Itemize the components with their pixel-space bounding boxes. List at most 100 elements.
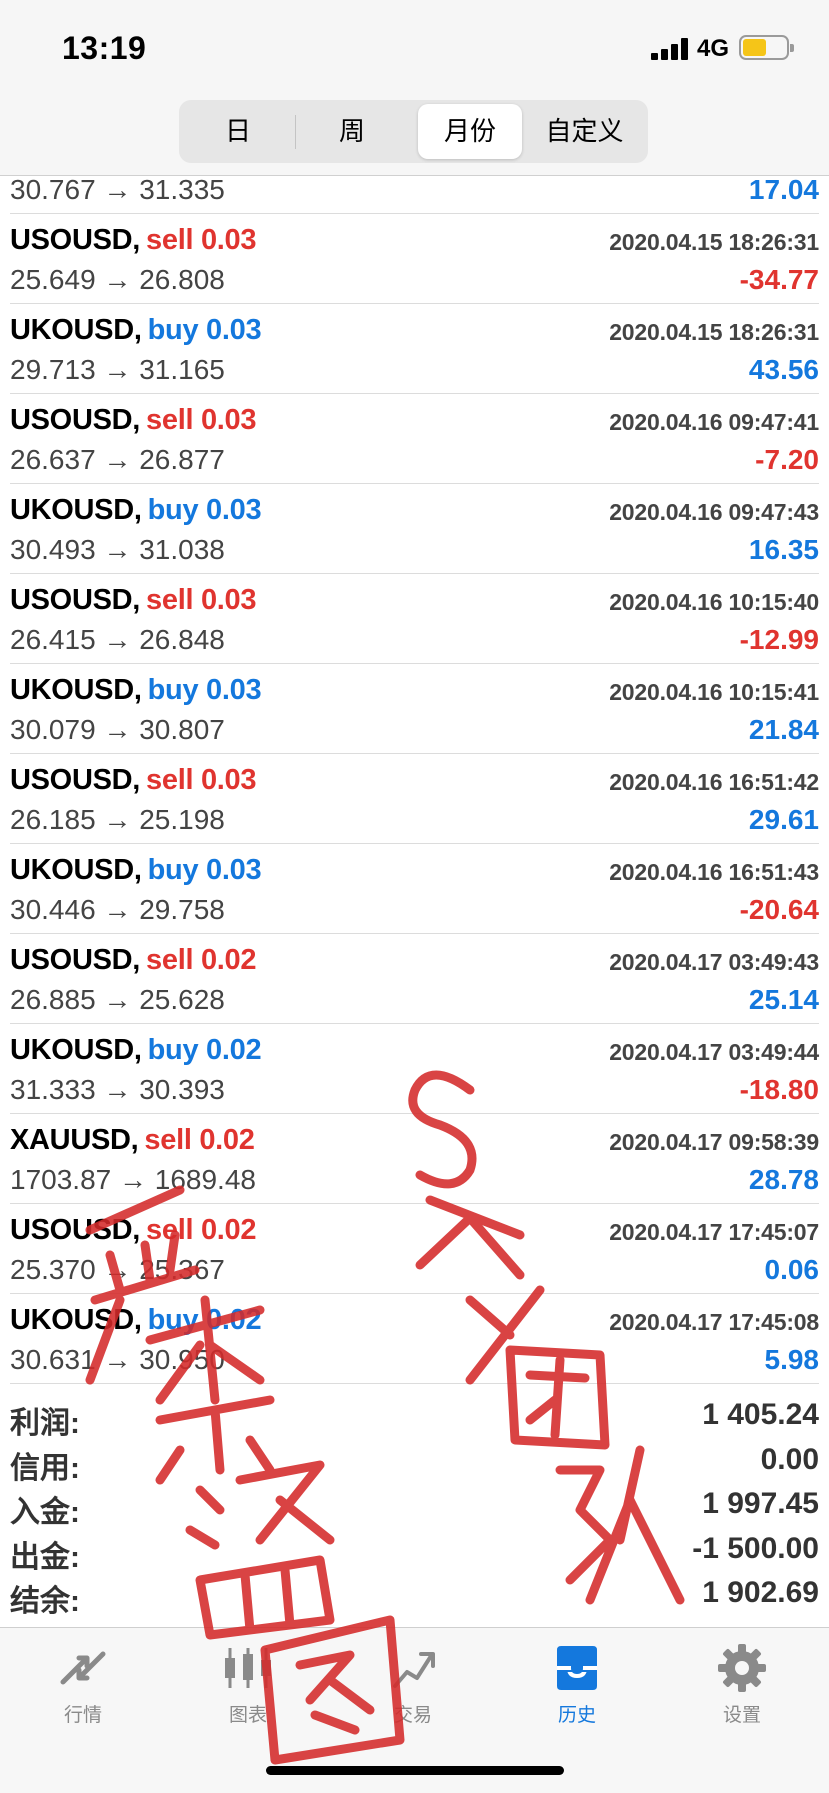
summary-row: 结余: 1 902.69 (10, 1576, 819, 1621)
trade-row-partial[interactable]: 30.767 → 31.335 17.04 (10, 174, 819, 214)
trade-row[interactable]: USOUSD, sell 0.03 2020.04.16 10:15:40 26.41… (10, 574, 819, 664)
trade-row[interactable]: UKOUSD, buy 0.03 2020.04.15 18:26:31 29.713… (10, 304, 819, 394)
trade-datetime: 2020.04.17 03:49:44 (609, 1039, 819, 1065)
trade-prices: 25.370 → 25.367 (10, 1254, 225, 1285)
summary-label: 结余: (10, 1585, 80, 1618)
tab-history[interactable]: 历史 (517, 1642, 637, 1752)
history-list[interactable]: 30.767 → 31.335 17.04 USOUSD, sell 0.03 20… (0, 174, 829, 1384)
trade-symbol-name: UKOUSD, (10, 674, 142, 706)
trade-side-volume: buy 0.03 (147, 854, 262, 886)
trade-profit: 21.84 (748, 714, 819, 745)
trade-symbol-name: USOUSD, (10, 584, 141, 616)
trade-symbol-name: USOUSD, (10, 404, 141, 436)
trade-row[interactable]: USOUSD, sell 0.03 2020.04.15 18:26:31 25.64… (10, 214, 819, 304)
trade-symbol: UKOUSD, buy 0.03 (10, 854, 262, 887)
trade-profit: 25.14 (748, 984, 819, 1015)
summary-value: 1 405.24 (702, 1398, 819, 1431)
trade-prices: 31.333 → 30.393 (10, 1074, 225, 1105)
segment-divider (295, 115, 296, 149)
tab-label: 行情 (63, 1705, 102, 1726)
trade-profit: -34.77 (739, 264, 819, 295)
trade-symbol-name: UKOUSD, (10, 494, 142, 526)
trade-prices: 30.079 → 30.807 (10, 714, 225, 745)
trade-symbol-name: XAUUSD, (10, 1124, 139, 1156)
quotes-icon (60, 1651, 106, 1685)
trade-symbol-name: UKOUSD, (10, 854, 142, 886)
summary-value: -1 500.00 (692, 1531, 819, 1565)
trade-row[interactable]: UKOUSD, buy 0.03 2020.04.16 16:51:43 30.446… (10, 844, 819, 934)
trade-datetime: 2020.04.16 10:15:41 (609, 679, 819, 705)
trade-symbol: USOUSD, sell 0.03 (10, 764, 257, 797)
tab-label: 图表 (228, 1705, 267, 1726)
trade-side-volume: buy 0.03 (147, 494, 262, 526)
summary-row: 利润: 1 405.24 (10, 1398, 819, 1443)
segment-custom[interactable]: 自定义 (525, 104, 644, 159)
trade-profit: -7.20 (755, 444, 819, 475)
trade-profit: -18.80 (739, 1074, 819, 1105)
history-icon (557, 1646, 597, 1690)
trade-datetime: 2020.04.16 16:51:42 (609, 769, 819, 795)
summary-label: 入金: (10, 1496, 80, 1529)
trade-symbol-name: USOUSD, (10, 944, 141, 976)
segment-day[interactable]: 日 (183, 104, 293, 159)
trade-symbol: UKOUSD, buy 0.03 (10, 314, 262, 347)
trade-prices: 25.649 → 26.808 (10, 264, 225, 295)
chart-icon (225, 1648, 271, 1688)
trade-row[interactable]: USOUSD, sell 0.02 2020.04.17 03:49:43 26.88… (10, 934, 819, 1024)
trade-prices: 30.446 → 29.758 (10, 894, 225, 925)
trade-icon (393, 1652, 435, 1688)
trade-side-volume: sell 0.03 (146, 404, 257, 436)
trade-row[interactable]: UKOUSD, buy 0.02 2020.04.17 17:45:08 30.631… (10, 1294, 819, 1384)
trade-row[interactable]: XAUUSD, sell 0.02 2020.04.17 09:58:39 1703.… (10, 1114, 819, 1204)
trade-prices: 26.415 → 26.848 (10, 624, 225, 655)
trade-prices: 26.637 → 26.877 (10, 444, 225, 475)
period-selector-bar: 日 周 月份 自定义 (0, 100, 829, 176)
trade-row[interactable]: UKOUSD, buy 0.03 2020.04.16 10:15:41 30.079… (10, 664, 819, 754)
segment-month[interactable]: 月份 (418, 104, 522, 159)
trade-datetime: 2020.04.17 17:45:08 (609, 1309, 819, 1335)
trade-row[interactable]: UKOUSD, buy 0.02 2020.04.17 03:49:44 31.333… (10, 1024, 819, 1114)
trade-row[interactable]: USOUSD, sell 0.02 2020.04.17 17:45:07 25.37… (10, 1204, 819, 1294)
summary-value: 1 997.45 (702, 1487, 819, 1520)
trade-symbol: USOUSD, sell 0.03 (10, 224, 257, 257)
summary-row: 信用: 0.00 (10, 1443, 819, 1488)
summary-row: 入金: 1 997.45 (10, 1487, 819, 1532)
trade-side-volume: buy 0.03 (147, 314, 262, 346)
trade-symbol-name: USOUSD, (10, 1214, 141, 1246)
trade-prices: 26.885 → 25.628 (10, 984, 225, 1015)
trade-side-volume: buy 0.02 (147, 1304, 262, 1336)
trade-side-volume: sell 0.02 (146, 1214, 257, 1246)
trade-row[interactable]: USOUSD, sell 0.03 2020.04.16 16:51:42 26.18… (10, 754, 819, 844)
trade-datetime: 2020.04.16 16:51:43 (609, 859, 819, 885)
trade-datetime: 2020.04.15 18:26:31 (609, 319, 819, 345)
summary-value: 1 902.69 (702, 1576, 819, 1609)
tab-chart[interactable]: 图表 (188, 1642, 308, 1752)
trade-symbol-name: USOUSD, (10, 224, 141, 256)
status-bar: 13:19 4G (0, 0, 829, 100)
settings-icon (718, 1644, 766, 1692)
trade-profit: 28.78 (748, 1164, 819, 1195)
trade-row[interactable]: USOUSD, sell 0.03 2020.04.16 09:47:41 26.63… (10, 394, 819, 484)
trade-datetime: 2020.04.16 10:15:40 (609, 589, 819, 615)
trade-datetime: 2020.04.15 18:26:31 (609, 229, 819, 255)
trade-symbol-name: UKOUSD, (10, 1304, 142, 1336)
trade-side-volume: sell 0.02 (146, 944, 257, 976)
trade-side-volume: buy 0.02 (147, 1034, 262, 1066)
tab-settings[interactable]: 设置 (682, 1642, 802, 1752)
trade-profit: 16.35 (748, 534, 819, 565)
home-indicator (266, 1766, 564, 1775)
trade-prices: 30.493 → 31.038 (10, 534, 225, 565)
trade-prices: 29.713 → 31.165 (10, 354, 225, 385)
trade-symbol-name: UKOUSD, (10, 1034, 142, 1066)
trade-symbol-name: USOUSD, (10, 764, 141, 796)
trade-side-volume: sell 0.02 (144, 1124, 255, 1156)
trade-row[interactable]: UKOUSD, buy 0.03 2020.04.16 09:47:43 30.493… (10, 484, 819, 574)
battery-icon (739, 35, 794, 60)
trade-side-volume: sell 0.03 (146, 584, 257, 616)
tab-trade[interactable]: 交易 (353, 1642, 473, 1752)
segment-week[interactable]: 周 (297, 104, 407, 159)
summary-label: 出金: (10, 1540, 80, 1574)
summary-label: 利润: (10, 1407, 80, 1440)
trade-datetime: 2020.04.17 17:45:07 (609, 1219, 819, 1245)
tab-quotes[interactable]: 行情 (23, 1642, 143, 1752)
